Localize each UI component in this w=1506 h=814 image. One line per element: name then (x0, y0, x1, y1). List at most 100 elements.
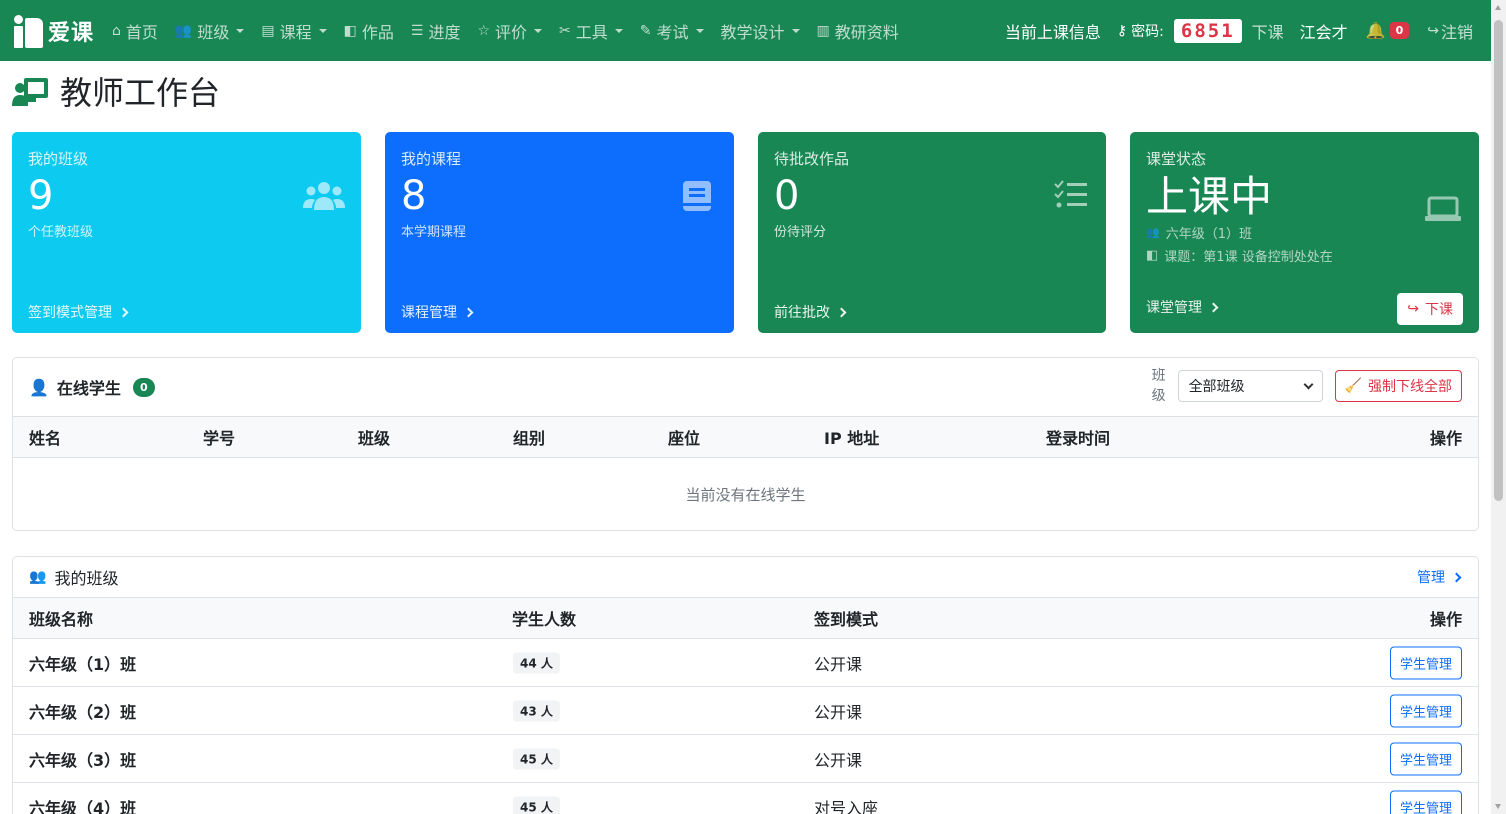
caret-down-icon (318, 28, 327, 33)
card-label: 我的课程 (401, 150, 462, 168)
nav-evaluation[interactable]: ☆ 评价 (477, 19, 543, 43)
student-count-badge: 44 人 (513, 652, 560, 673)
card-value: 0 (774, 173, 800, 219)
page-title-text: 教师工作台 (60, 74, 221, 112)
col-class: 班级 (358, 429, 391, 448)
card-pending-works: 待批改作品 0 份待评分 前往批改 (758, 132, 1106, 333)
end-class-button[interactable]: ↪ 下课 (1397, 293, 1463, 325)
scroll-thumb[interactable] (1494, 20, 1503, 501)
student-count-badge: 45 人 (513, 796, 560, 814)
file-icon: ◧ (1146, 248, 1159, 264)
checkin-mode: 公开课 (814, 654, 863, 674)
chevron-right-icon (1208, 302, 1219, 312)
col-actions: 操作 (1429, 429, 1462, 448)
go-grade-link[interactable]: 前往批改 (774, 302, 847, 322)
nav-research[interactable]: ▥ 教研资料 (817, 19, 899, 43)
checkin-mode: 对号入座 (814, 798, 879, 814)
course-manage-link[interactable]: 课程管理 (401, 302, 474, 322)
class-name: 六年级（2）班 (29, 702, 137, 722)
chevron-down-icon (1303, 379, 1314, 389)
user-name[interactable]: 江会才 (1300, 19, 1348, 43)
logout-link[interactable]: ↪ 注销 (1427, 19, 1473, 43)
nav-classes[interactable]: 👥 班级 (174, 19, 245, 43)
password-label: 密码: (1131, 23, 1164, 40)
file-icon: ◧ (343, 22, 357, 39)
chalkboard-teacher-icon (12, 78, 48, 106)
empty-online-message: 当前没有在线学生 (685, 486, 806, 504)
my-classes-header: 👥 我的班级 管理 (13, 557, 1478, 598)
col-login-time: 登录时间 (1046, 429, 1111, 448)
book-icon: ▤ (261, 22, 275, 39)
end-class-link[interactable]: 下课 (1252, 19, 1284, 43)
tasks-icon (1054, 180, 1087, 208)
online-students-panel: 👤 在线学生 0 班级 全部班级 🧹 强制下线全部 姓名 学号 班级 组别 座位 … (12, 357, 1479, 531)
card-my-classes: 我的班级 9 个任教班级 签到模式管理 (12, 132, 361, 333)
caret-down-icon (695, 28, 704, 33)
card-sub: 个任教班级 (28, 225, 94, 240)
col-group: 组别 (513, 429, 546, 448)
scroll-down-arrow[interactable] (1495, 804, 1501, 809)
student-manage-button[interactable]: 学生管理 (1389, 742, 1462, 775)
class-name: 六年级（3）班 (29, 750, 137, 770)
edit-icon: ✎ (639, 22, 652, 39)
key-icon: ⚷ (1116, 22, 1128, 39)
nav-teaching-design[interactable]: 教学设计 (721, 19, 800, 43)
class-filter-select[interactable]: 全部班级 (1177, 370, 1323, 402)
card-value: 8 (401, 173, 427, 219)
col-checkin-mode: 签到模式 (814, 610, 879, 629)
logo-icon (12, 14, 44, 48)
nav-courses[interactable]: ▤ 课程 (261, 19, 327, 43)
student-count-badge: 45 人 (513, 748, 560, 769)
chevron-right-icon (463, 307, 474, 317)
card-value: 上课中 (1146, 172, 1273, 221)
table-row: 六年级（4）班 45 人 对号入座 学生管理 (13, 783, 1478, 814)
student-manage-button[interactable]: 学生管理 (1389, 646, 1462, 679)
file-text-icon: ▥ (816, 22, 830, 39)
card-label: 课堂状态 (1146, 150, 1207, 168)
card-sub: 份待评分 (774, 225, 827, 240)
users-icon: 👥 (29, 569, 47, 585)
class-name: 六年级（1）班 (29, 654, 137, 674)
classes-table-header: 班级名称 学生人数 签到模式 操作 (13, 598, 1478, 639)
card-label: 我的班级 (28, 150, 89, 168)
chevron-right-icon (118, 307, 129, 317)
scroll-up-arrow[interactable] (1495, 5, 1501, 10)
list-icon: ☰ (410, 22, 424, 39)
nav-progress[interactable]: ☰ 进度 (411, 19, 461, 43)
col-seat: 座位 (668, 429, 701, 448)
chevron-right-icon (836, 307, 847, 317)
col-actions: 操作 (1429, 610, 1462, 629)
current-class-info-link[interactable]: 当前上课信息 (1005, 19, 1101, 43)
bell-icon[interactable]: 🔔 (1366, 21, 1386, 40)
caret-down-icon (791, 28, 800, 33)
student-manage-button[interactable]: 学生管理 (1389, 694, 1462, 727)
nav-works[interactable]: ◧ 作品 (344, 19, 394, 43)
table-row: 六年级（3）班 45 人 公开课 学生管理 (13, 735, 1478, 783)
class-filter-label: 班级 (1151, 368, 1166, 404)
checkin-mode: 公开课 (814, 702, 863, 722)
card-my-courses: 我的课程 8 本学期课程 课程管理 (385, 132, 734, 333)
col-ip: IP 地址 (824, 429, 880, 448)
users-icon: 👥 (174, 22, 193, 39)
notification-badge: 0 (1389, 22, 1410, 39)
classes-manage-link[interactable]: 管理 (1417, 567, 1462, 587)
users-icon (303, 182, 345, 210)
col-student-count: 学生人数 (512, 610, 577, 629)
col-class-name: 班级名称 (29, 610, 94, 629)
sign-out-icon: ↪ (1427, 22, 1439, 39)
force-offline-all-button[interactable]: 🧹 强制下线全部 (1334, 370, 1462, 402)
brand-name: 爱课 (48, 20, 95, 46)
caret-down-icon (534, 28, 543, 33)
student-manage-button[interactable]: 学生管理 (1389, 790, 1462, 814)
checkin-mode-manage-link[interactable]: 签到模式管理 (28, 302, 129, 322)
table-row: 六年级（2）班 43 人 公开课 学生管理 (13, 687, 1478, 735)
nav-home[interactable]: ⌂ 首页 (112, 19, 158, 43)
col-student-id: 学号 (203, 429, 236, 448)
nav-exam[interactable]: ✎ 考试 (640, 19, 704, 43)
online-students-header: 👤 在线学生 0 班级 全部班级 🧹 强制下线全部 (13, 358, 1478, 417)
users-icon: 👥 (1146, 226, 1160, 240)
classroom-manage-link[interactable]: 课堂管理 (1146, 297, 1219, 317)
page-scrollbar[interactable] (1491, 0, 1506, 814)
brand-logo[interactable]: 爱课 (12, 14, 94, 48)
nav-tools[interactable]: ✂ 工具 (559, 19, 623, 43)
